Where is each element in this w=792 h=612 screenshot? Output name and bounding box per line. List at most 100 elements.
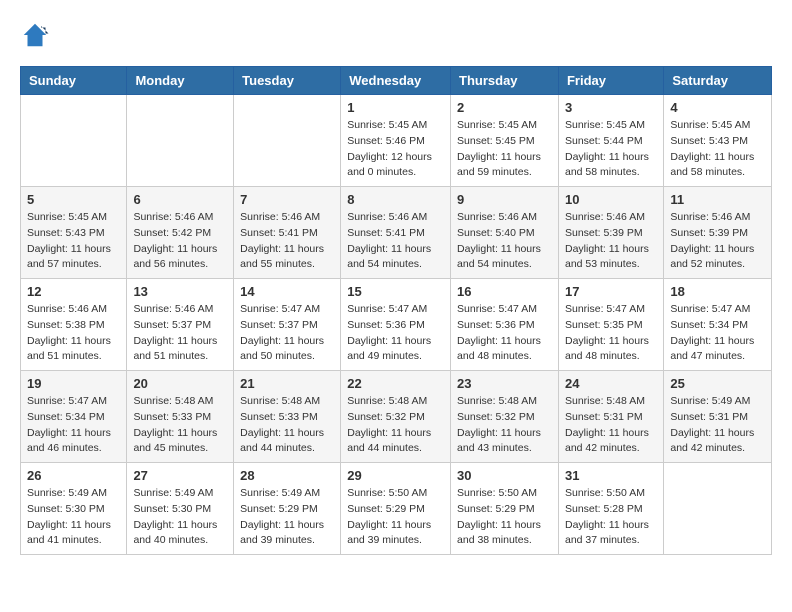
calendar-cell	[664, 463, 772, 555]
day-number: 7	[240, 192, 334, 207]
calendar-cell: 16Sunrise: 5:47 AM Sunset: 5:36 PM Dayli…	[451, 279, 559, 371]
day-info: Sunrise: 5:45 AM Sunset: 5:43 PM Dayligh…	[670, 118, 765, 181]
day-number: 28	[240, 468, 334, 483]
day-info: Sunrise: 5:46 AM Sunset: 5:37 PM Dayligh…	[133, 302, 227, 365]
day-header-thursday: Thursday	[451, 67, 559, 95]
day-number: 10	[565, 192, 657, 207]
day-number: 30	[457, 468, 552, 483]
day-number: 26	[27, 468, 120, 483]
calendar-cell: 24 Sunrise: 5:48 AM Sunset: 5:31 PM Dayli…	[558, 371, 663, 463]
day-info: Sunrise: 5:45 AM Sunset: 5:45 PM Dayligh…	[457, 118, 552, 181]
day-info: Sunrise: 5:47 AM Sunset: 5:34 PM Dayligh…	[27, 394, 120, 457]
day-info: Sunrise: 5:46 AM Sunset: 5:39 PM Dayligh…	[565, 210, 657, 273]
day-info: Sunrise: 5:50 AM Sunset: 5:28 PM Dayligh…	[565, 486, 657, 549]
day-number: 5	[27, 192, 120, 207]
day-number: 11	[670, 192, 765, 207]
calendar-week-row: 26 Sunrise: 5:49 AM Sunset: 5:30 PM Dayli…	[21, 463, 772, 555]
calendar-cell: 30 Sunrise: 5:50 AM Sunset: 5:29 PM Dayli…	[451, 463, 559, 555]
calendar-cell: 5 Sunrise: 5:45 AM Sunset: 5:43 PM Daylig…	[21, 187, 127, 279]
calendar-cell: 31 Sunrise: 5:50 AM Sunset: 5:28 PM Dayli…	[558, 463, 663, 555]
day-info: Sunrise: 5:49 AM Sunset: 5:30 PM Dayligh…	[27, 486, 120, 549]
calendar-cell: 20Sunrise: 5:48 AM Sunset: 5:33 PM Dayli…	[127, 371, 234, 463]
day-header-sunday: Sunday	[21, 67, 127, 95]
day-number: 19	[27, 376, 120, 391]
calendar-cell: 27Sunrise: 5:49 AM Sunset: 5:30 PM Dayli…	[127, 463, 234, 555]
page-header	[20, 20, 772, 50]
day-number: 15	[347, 284, 444, 299]
calendar-header-row: SundayMondayTuesdayWednesdayThursdayFrid…	[21, 67, 772, 95]
logo-icon	[20, 20, 50, 50]
day-info: Sunrise: 5:47 AM Sunset: 5:35 PM Dayligh…	[565, 302, 657, 365]
calendar-week-row: 5 Sunrise: 5:45 AM Sunset: 5:43 PM Daylig…	[21, 187, 772, 279]
calendar-week-row: 12 Sunrise: 5:46 AM Sunset: 5:38 PM Dayli…	[21, 279, 772, 371]
day-number: 17	[565, 284, 657, 299]
day-info: Sunrise: 5:48 AM Sunset: 5:33 PM Dayligh…	[240, 394, 334, 457]
day-info: Sunrise: 5:46 AM Sunset: 5:41 PM Dayligh…	[240, 210, 334, 273]
calendar-cell: 10 Sunrise: 5:46 AM Sunset: 5:39 PM Dayli…	[558, 187, 663, 279]
day-number: 21	[240, 376, 334, 391]
day-header-saturday: Saturday	[664, 67, 772, 95]
calendar-cell: 18 Sunrise: 5:47 AM Sunset: 5:34 PM Dayli…	[664, 279, 772, 371]
day-number: 13	[133, 284, 227, 299]
calendar-cell: 3Sunrise: 5:45 AM Sunset: 5:44 PM Daylig…	[558, 95, 663, 187]
day-number: 4	[670, 100, 765, 115]
calendar-cell: 6 Sunrise: 5:46 AM Sunset: 5:42 PM Daylig…	[127, 187, 234, 279]
calendar-cell: 14 Sunrise: 5:47 AM Sunset: 5:37 PM Dayli…	[234, 279, 341, 371]
day-info: Sunrise: 5:47 AM Sunset: 5:37 PM Dayligh…	[240, 302, 334, 365]
day-info: Sunrise: 5:46 AM Sunset: 5:41 PM Dayligh…	[347, 210, 444, 273]
day-number: 6	[133, 192, 227, 207]
day-number: 18	[670, 284, 765, 299]
calendar-cell: 26 Sunrise: 5:49 AM Sunset: 5:30 PM Dayli…	[21, 463, 127, 555]
calendar-cell	[127, 95, 234, 187]
day-header-friday: Friday	[558, 67, 663, 95]
day-info: Sunrise: 5:50 AM Sunset: 5:29 PM Dayligh…	[457, 486, 552, 549]
calendar-cell	[234, 95, 341, 187]
day-number: 8	[347, 192, 444, 207]
day-info: Sunrise: 5:46 AM Sunset: 5:38 PM Dayligh…	[27, 302, 120, 365]
day-number: 9	[457, 192, 552, 207]
day-info: Sunrise: 5:48 AM Sunset: 5:32 PM Dayligh…	[457, 394, 552, 457]
day-number: 14	[240, 284, 334, 299]
day-info: Sunrise: 5:49 AM Sunset: 5:29 PM Dayligh…	[240, 486, 334, 549]
day-info: Sunrise: 5:50 AM Sunset: 5:29 PM Dayligh…	[347, 486, 444, 549]
day-info: Sunrise: 5:45 AM Sunset: 5:43 PM Dayligh…	[27, 210, 120, 273]
day-number: 12	[27, 284, 120, 299]
calendar-cell: 12 Sunrise: 5:46 AM Sunset: 5:38 PM Dayli…	[21, 279, 127, 371]
calendar-cell: 23 Sunrise: 5:48 AM Sunset: 5:32 PM Dayli…	[451, 371, 559, 463]
calendar-cell: 15 Sunrise: 5:47 AM Sunset: 5:36 PM Dayli…	[341, 279, 451, 371]
calendar-cell	[21, 95, 127, 187]
calendar-cell: 19 Sunrise: 5:47 AM Sunset: 5:34 PM Dayli…	[21, 371, 127, 463]
day-number: 24	[565, 376, 657, 391]
day-number: 23	[457, 376, 552, 391]
day-info: Sunrise: 5:49 AM Sunset: 5:31 PM Dayligh…	[670, 394, 765, 457]
day-info: Sunrise: 5:45 AM Sunset: 5:46 PM Dayligh…	[347, 118, 444, 181]
day-number: 2	[457, 100, 552, 115]
day-info: Sunrise: 5:48 AM Sunset: 5:32 PM Dayligh…	[347, 394, 444, 457]
day-info: Sunrise: 5:47 AM Sunset: 5:36 PM Dayligh…	[457, 302, 552, 365]
day-info: Sunrise: 5:47 AM Sunset: 5:36 PM Dayligh…	[347, 302, 444, 365]
calendar-cell: 25 Sunrise: 5:49 AM Sunset: 5:31 PM Dayli…	[664, 371, 772, 463]
day-info: Sunrise: 5:47 AM Sunset: 5:34 PM Dayligh…	[670, 302, 765, 365]
logo	[20, 20, 54, 50]
day-info: Sunrise: 5:48 AM Sunset: 5:31 PM Dayligh…	[565, 394, 657, 457]
calendar-cell: 17 Sunrise: 5:47 AM Sunset: 5:35 PM Dayli…	[558, 279, 663, 371]
calendar-cell: 21 Sunrise: 5:48 AM Sunset: 5:33 PM Dayli…	[234, 371, 341, 463]
calendar-cell: 2 Sunrise: 5:45 AM Sunset: 5:45 PM Daylig…	[451, 95, 559, 187]
day-number: 29	[347, 468, 444, 483]
calendar-cell: 1Sunrise: 5:45 AM Sunset: 5:46 PM Daylig…	[341, 95, 451, 187]
day-header-tuesday: Tuesday	[234, 67, 341, 95]
day-number: 22	[347, 376, 444, 391]
calendar-cell: 28 Sunrise: 5:49 AM Sunset: 5:29 PM Dayli…	[234, 463, 341, 555]
calendar-cell: 9Sunrise: 5:46 AM Sunset: 5:40 PM Daylig…	[451, 187, 559, 279]
calendar-cell: 4 Sunrise: 5:45 AM Sunset: 5:43 PM Daylig…	[664, 95, 772, 187]
day-info: Sunrise: 5:49 AM Sunset: 5:30 PM Dayligh…	[133, 486, 227, 549]
calendar-cell: 22 Sunrise: 5:48 AM Sunset: 5:32 PM Dayli…	[341, 371, 451, 463]
calendar-cell: 11Sunrise: 5:46 AM Sunset: 5:39 PM Dayli…	[664, 187, 772, 279]
day-info: Sunrise: 5:46 AM Sunset: 5:42 PM Dayligh…	[133, 210, 227, 273]
calendar-cell: 13 Sunrise: 5:46 AM Sunset: 5:37 PM Dayli…	[127, 279, 234, 371]
calendar-table: SundayMondayTuesdayWednesdayThursdayFrid…	[20, 66, 772, 555]
day-number: 31	[565, 468, 657, 483]
calendar-cell: 29 Sunrise: 5:50 AM Sunset: 5:29 PM Dayli…	[341, 463, 451, 555]
day-number: 3	[565, 100, 657, 115]
day-number: 25	[670, 376, 765, 391]
